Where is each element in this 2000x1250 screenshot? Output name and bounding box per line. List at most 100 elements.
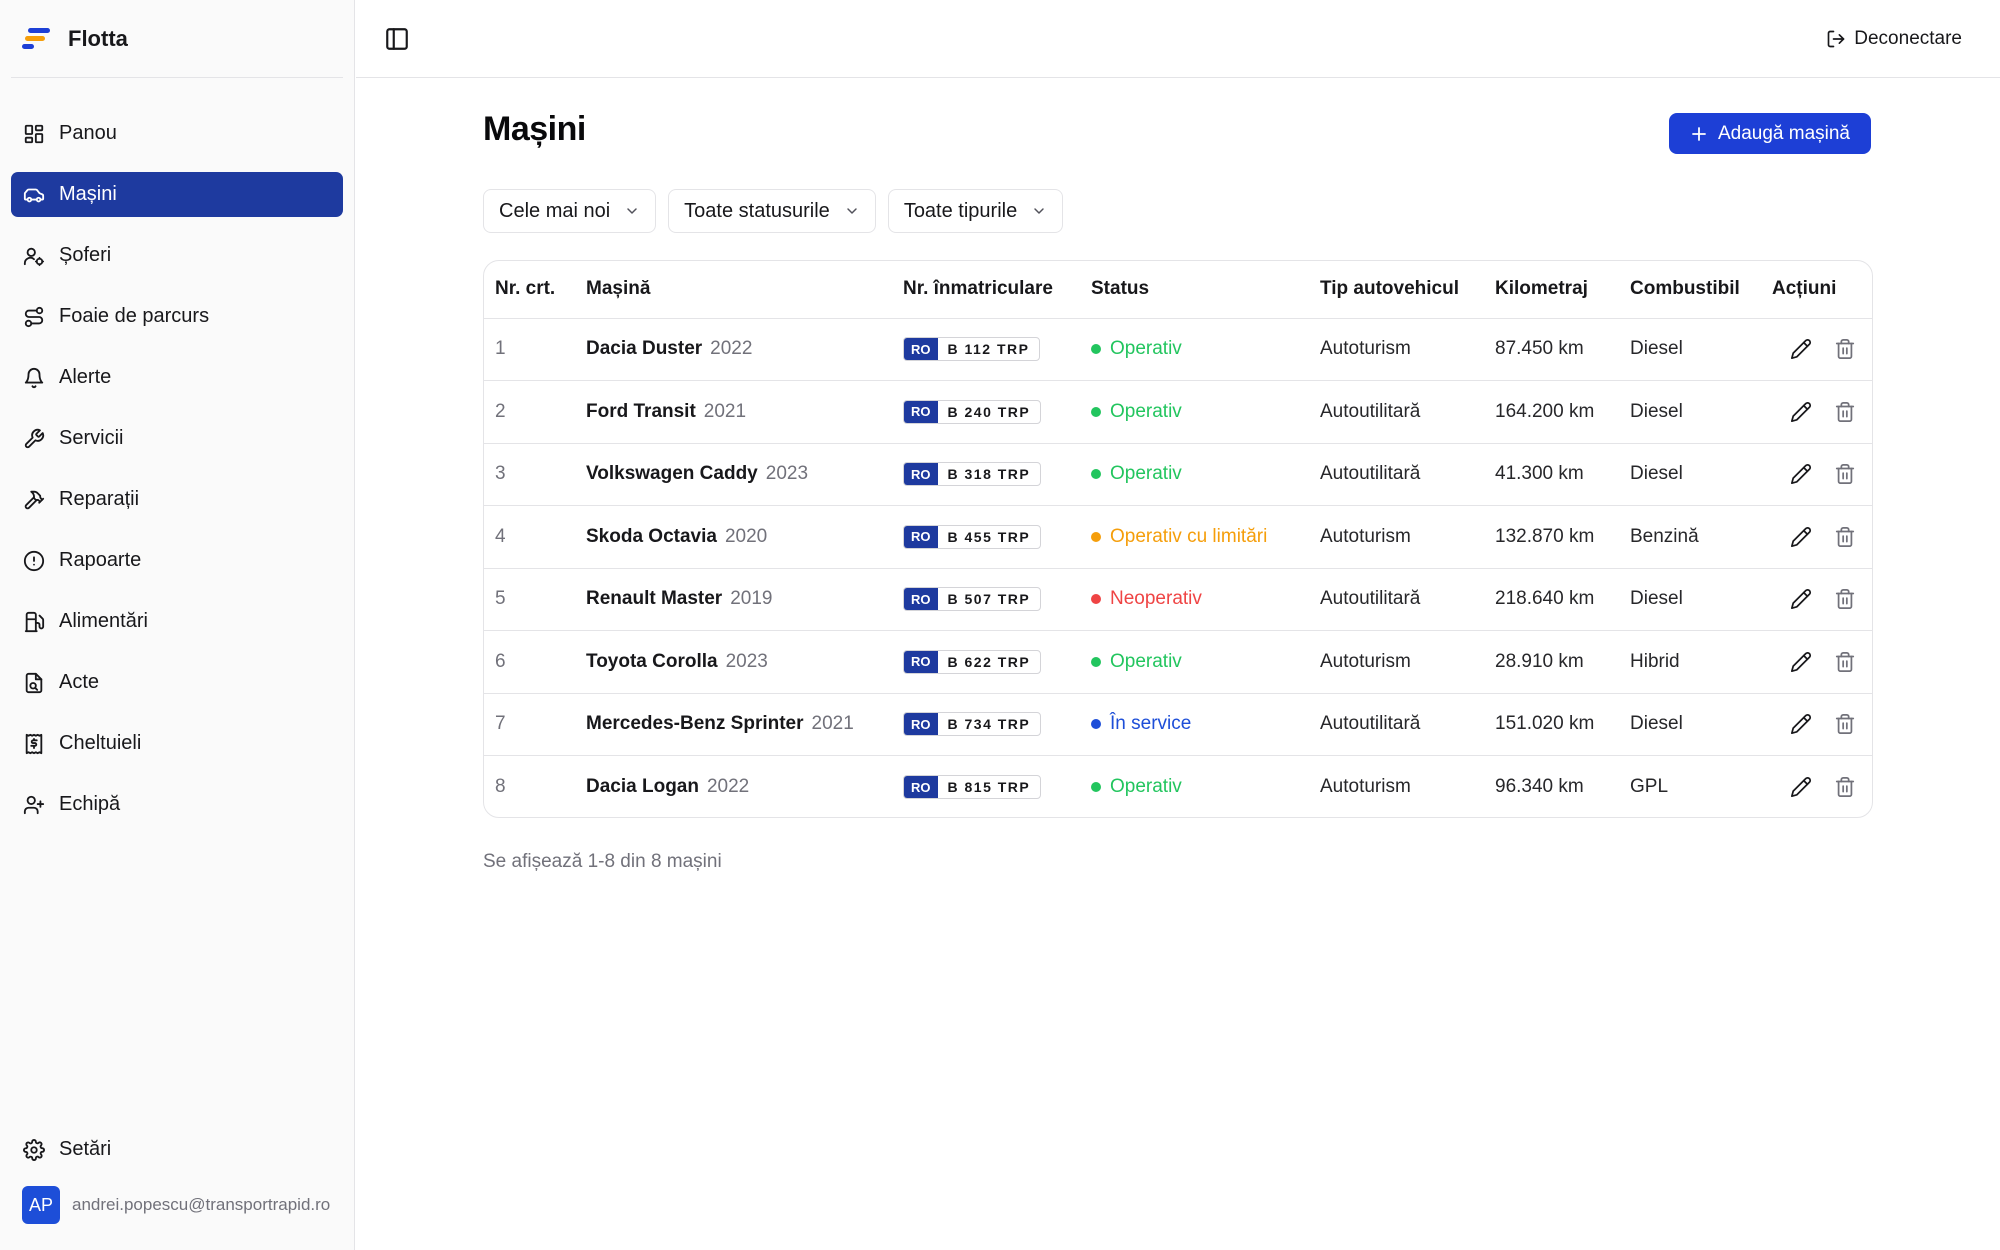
sidebar-item-alerte[interactable]: Alerte [11, 355, 343, 400]
fuel-type: Diesel [1619, 568, 1761, 631]
edit-icon[interactable] [1790, 776, 1812, 798]
user-profile[interactable]: AP andrei.popescu@transportrapid.ro [22, 1186, 332, 1224]
status-select[interactable]: Toate statusurile [668, 189, 876, 233]
plate-country: RO [904, 713, 938, 736]
car-name[interactable]: Skoda Octavia [586, 526, 717, 547]
column-header-km[interactable]: Kilometraj [1484, 261, 1619, 319]
table-row[interactable]: 4 Skoda Octavia 2020 RO B 455 TRP Operati… [484, 505, 1872, 569]
table-row[interactable]: 2 Ford Transit 2021 RO B 240 TRP Operativ… [484, 380, 1872, 444]
column-header-nr[interactable]: Nr. crt. [484, 261, 575, 319]
car-name[interactable]: Toyota Corolla [586, 651, 718, 672]
add-car-button[interactable]: Adaugă mașină [1669, 113, 1871, 154]
status-dot [1091, 656, 1101, 667]
edit-icon[interactable] [1790, 401, 1812, 423]
status-dot [1091, 719, 1101, 730]
plate-cell: RO B 240 TRP [892, 380, 1080, 444]
actions-cell [1761, 380, 1872, 444]
edit-icon[interactable] [1790, 588, 1812, 610]
hammer-icon [24, 490, 45, 509]
sidebar-item-rapoarte[interactable]: Rapoarte [11, 538, 343, 583]
car-name[interactable]: Mercedes-Benz Sprinter [586, 713, 804, 734]
trash-icon[interactable] [1834, 338, 1856, 360]
trash-icon[interactable] [1834, 463, 1856, 485]
edit-icon[interactable] [1790, 526, 1812, 548]
status-cell: Operativ [1080, 318, 1309, 381]
status-label: Operativ [1110, 463, 1182, 485]
car-cell: Dacia Duster 2022 [575, 318, 892, 381]
sort-select[interactable]: Cele mai noi [483, 189, 657, 233]
column-header-fuel[interactable]: Combustibil [1619, 261, 1761, 319]
car-name[interactable]: Ford Transit [586, 401, 696, 422]
sidebar-item-servicii[interactable]: Servicii [11, 416, 343, 461]
plate-number: B 455 TRP [947, 528, 1031, 545]
sidebar-item-foaie-de-parcurs[interactable]: Foaie de parcurs [11, 294, 343, 339]
sidebar-item-cheltuieli[interactable]: Cheltuieli [11, 721, 343, 766]
license-plate: RO B 112 TRP [903, 337, 1041, 362]
car-year: 2021 [811, 713, 854, 735]
edit-icon[interactable] [1790, 651, 1812, 673]
sidebar-item-label: Mașini [59, 183, 117, 205]
license-plate: RO B 318 TRP [903, 462, 1042, 487]
car-name[interactable]: Volkswagen Caddy [586, 463, 758, 484]
license-plate: RO B 455 TRP [903, 524, 1042, 549]
sidebar-item-acte[interactable]: Acte [11, 660, 343, 705]
sidebar-item-panou[interactable]: Panou [11, 111, 343, 156]
plate-number: B 240 TRP [947, 403, 1031, 420]
table-row[interactable]: 3 Volkswagen Caddy 2023 RO B 318 TRP Oper… [484, 443, 1872, 506]
sidebar-item-soferi[interactable]: Șoferi [11, 233, 343, 278]
table-row[interactable]: 1 Dacia Duster 2022 RO B 112 TRP Operativ… [484, 318, 1872, 381]
pagination-summary: Se afișează 1-8 din 8 mașini [483, 851, 722, 872]
status-label: Operativ [1110, 338, 1182, 360]
car-cell: Ford Transit 2021 [575, 380, 892, 444]
sidebar-item-alimentari[interactable]: Alimentări [11, 599, 343, 644]
column-header-actions: Acțiuni [1761, 261, 1872, 319]
car-cell: Mercedes-Benz Sprinter 2021 [575, 693, 892, 756]
trash-icon[interactable] [1834, 651, 1856, 673]
edit-icon[interactable] [1790, 713, 1812, 735]
logout-label: Deconectare [1854, 28, 1962, 49]
plate-number: B 112 TRP [947, 341, 1030, 358]
plate-country: RO [904, 463, 938, 486]
edit-icon[interactable] [1790, 338, 1812, 360]
table-row[interactable]: 7 Mercedes-Benz Sprinter 2021 RO B 734 TR… [484, 693, 1872, 756]
trash-icon[interactable] [1834, 526, 1856, 548]
car-name[interactable]: Dacia Logan [586, 776, 699, 797]
car-name[interactable]: Renault Master [586, 588, 722, 609]
sidebar-item-setari[interactable]: Setări [11, 1127, 343, 1172]
column-header-status[interactable]: Status [1080, 261, 1309, 319]
sidebar-item-echipa[interactable]: Echipă [11, 782, 343, 827]
status-badge: Operativ cu limitări [1091, 526, 1267, 548]
edit-icon[interactable] [1790, 463, 1812, 485]
status-badge: În service [1091, 713, 1191, 735]
type-select[interactable]: Toate tipurile [887, 189, 1064, 233]
status-badge: Operativ [1091, 776, 1182, 798]
sidebar-item-masini[interactable]: Mașini [11, 172, 343, 217]
car-name[interactable]: Dacia Duster [586, 338, 702, 359]
sidebar-item-label: Cheltuieli [59, 732, 142, 754]
column-header-type[interactable]: Tip autovehicul [1309, 261, 1484, 319]
column-header-car[interactable]: Mașină [575, 261, 892, 319]
trash-icon[interactable] [1834, 776, 1856, 798]
row-number: 1 [484, 318, 575, 381]
cars-table: Nr. crt. Mașină Nr. înmatriculare Status… [483, 260, 1873, 818]
sidebar-footer: Setări [11, 1127, 343, 1188]
dashboard-icon [24, 124, 44, 143]
logout-button[interactable]: Deconectare [1826, 24, 1962, 54]
trash-icon[interactable] [1834, 588, 1856, 610]
sidebar-item-reparatii[interactable]: Reparații [11, 477, 343, 522]
plate-country: RO [904, 525, 938, 548]
car-cell: Skoda Octavia 2020 [575, 505, 892, 569]
fuel-type: Diesel [1619, 693, 1761, 756]
actions-cell [1761, 756, 1872, 818]
table-row[interactable]: 5 Renault Master 2019 RO B 507 TRP Neoper… [484, 568, 1872, 631]
column-header-plate[interactable]: Nr. înmatriculare [892, 261, 1080, 319]
sidebar-toggle-icon[interactable] [384, 26, 410, 52]
brand[interactable]: Flotta [22, 24, 128, 54]
table-row[interactable]: 6 Toyota Corolla 2023 RO B 622 TRP Operat… [484, 630, 1872, 694]
sidebar: Flotta Panou Mașini Șoferi Foaie de parc… [0, 0, 355, 1250]
plate-number: B 318 TRP [947, 466, 1031, 483]
trash-icon[interactable] [1834, 401, 1856, 423]
table-row[interactable]: 8 Dacia Logan 2022 RO B 815 TRP Operativ … [484, 756, 1872, 818]
status-dot [1091, 594, 1101, 605]
trash-icon[interactable] [1834, 713, 1856, 735]
